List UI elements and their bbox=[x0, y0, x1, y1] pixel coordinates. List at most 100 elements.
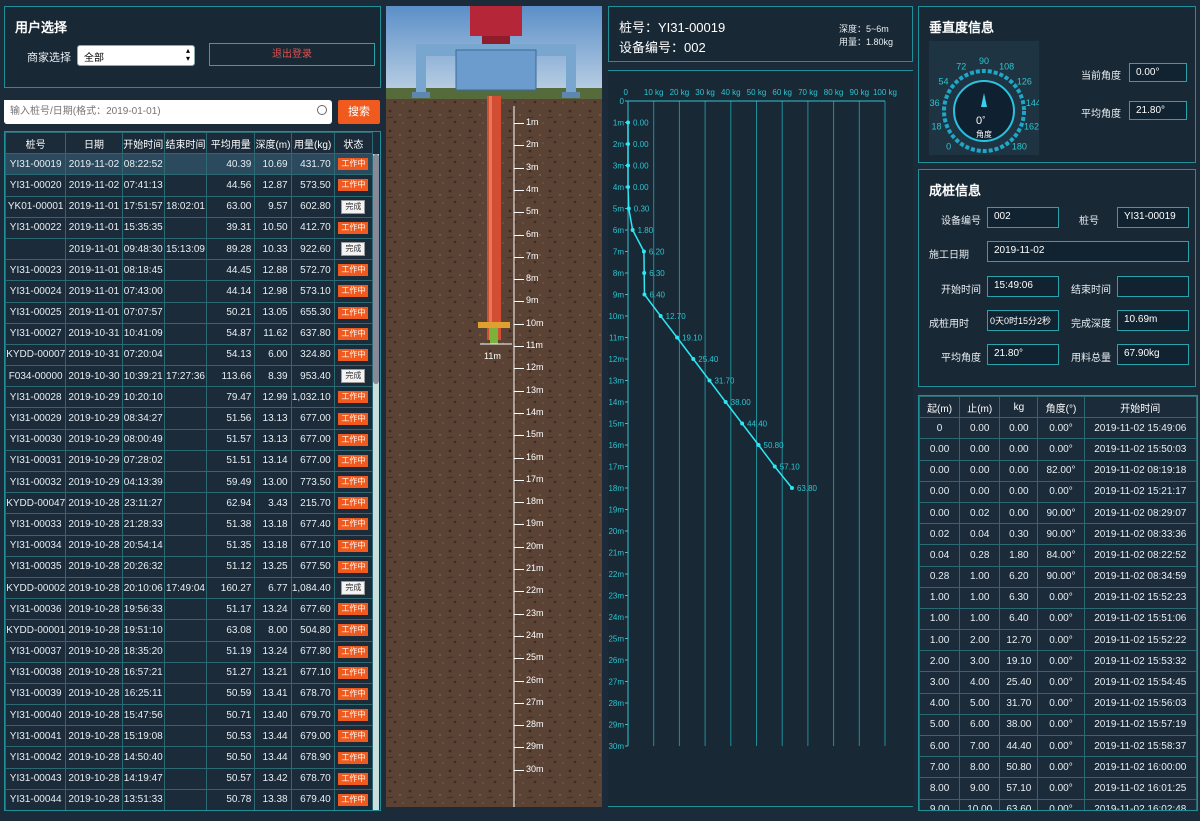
table-row[interactable]: YI31-00022 2019-11-01 15:35:35 39.31 10.50 41… bbox=[5, 216, 374, 239]
table-row[interactable]: 0.28 1.00 6.20 90.00° 2019-11-02 08:34:59 bbox=[919, 565, 1197, 588]
table-row[interactable]: 7.00 8.00 50.80 0.00° 2019-11-02 16:00:00 bbox=[919, 756, 1197, 779]
table-row[interactable]: 0.04 0.28 1.80 84.00° 2019-11-02 08:22:52 bbox=[919, 544, 1197, 567]
table-row[interactable]: YI31-00034 2019-10-28 20:54:14 51.35 13.18 67… bbox=[5, 534, 374, 557]
table-row[interactable]: 1.00 2.00 12.70 0.00° 2019-11-02 15:52:22 bbox=[919, 629, 1197, 652]
table-row[interactable]: YI31-00027 2019-10-31 10:41:09 54.87 11.62 63… bbox=[5, 322, 374, 345]
table-row[interactable]: 9.00 10.00 63.60 0.00° 2019-11-02 16:02:48 bbox=[919, 798, 1197, 810]
table-row[interactable]: YI31-00023 2019-11-01 08:18:45 44.45 12.88 57… bbox=[5, 259, 374, 282]
table-row[interactable]: YI31-00029 2019-10-29 08:34:27 51.56 13.13 67… bbox=[5, 407, 374, 430]
table-cell: 2019-10-28 bbox=[65, 704, 123, 727]
table-cell: 113.66 bbox=[206, 365, 256, 388]
data-label: 57.10 bbox=[780, 463, 801, 472]
ruler-tick bbox=[514, 613, 524, 615]
table-row[interactable]: KYDD-00047 2019-10-28 23:11:27 62.94 3.43 215… bbox=[5, 492, 374, 515]
table-row[interactable]: 1.00 1.00 6.30 0.00° 2019-11-02 15:52:23 bbox=[919, 586, 1197, 609]
table-cell: 677.10 bbox=[290, 534, 335, 557]
pile-table-header: 结束时间 bbox=[163, 132, 208, 155]
table-row[interactable]: YI31-00025 2019-11-01 07:07:57 50.21 13.05 65… bbox=[5, 301, 374, 324]
table-cell bbox=[163, 343, 208, 367]
table-cell: 0.00° bbox=[1037, 671, 1085, 694]
series-line bbox=[627, 122, 793, 489]
table-row[interactable]: 0.00 0.00 0.00 0.00° 2019-11-02 15:50:03 bbox=[919, 438, 1197, 461]
table-cell bbox=[163, 428, 208, 451]
table-cell: YI31-00035 bbox=[5, 555, 67, 578]
data-point bbox=[626, 185, 630, 189]
table-row[interactable]: YI31-00039 2019-10-28 16:25:11 50.59 13.41 67… bbox=[5, 682, 374, 706]
logout-button[interactable]: 退出登录 bbox=[209, 43, 375, 66]
x-tick-label: 0 bbox=[624, 88, 629, 97]
table-row[interactable]: 0.00 0.00 0.00 0.00° 2019-11-02 15:21:17 bbox=[919, 480, 1197, 503]
pile-number-label: 桩号：YI31-00019 bbox=[619, 20, 726, 35]
ruler-tick bbox=[514, 256, 524, 258]
table-row[interactable]: YI31-00035 2019-10-28 20:26:32 51.12 13.25 67… bbox=[5, 555, 374, 578]
table-row[interactable]: 4.00 5.00 31.70 0.00° 2019-11-02 15:56:03 bbox=[919, 692, 1197, 715]
table-row[interactable]: YI31-00040 2019-10-28 15:47:56 50.71 13.40 67… bbox=[5, 704, 374, 727]
table-row[interactable]: 0.00 0.00 0.00 82.00° 2019-11-02 08:19:18 bbox=[919, 459, 1197, 482]
table-row[interactable]: 3.00 4.00 25.40 0.00° 2019-11-02 15:54:45 bbox=[919, 671, 1197, 694]
table-row[interactable]: YI31-00020 2019-11-02 07:41:13 44.56 12.87 57… bbox=[5, 174, 374, 197]
table-row[interactable]: YI31-00031 2019-10-29 07:28:02 51.51 13.14 67… bbox=[5, 449, 374, 473]
x-tick-label: 20 kg bbox=[670, 88, 690, 97]
data-point bbox=[626, 142, 630, 146]
table-row[interactable]: YI31-00038 2019-10-28 16:57:21 51.27 13.21 67… bbox=[5, 661, 374, 684]
table-cell: 2019-10-31 bbox=[65, 322, 123, 345]
table-cell bbox=[163, 407, 208, 430]
table-cell: 324.80 bbox=[290, 343, 335, 367]
ruler-tick bbox=[514, 546, 524, 548]
merchant-select[interactable]: 全部 ▴ ▾ bbox=[77, 45, 195, 66]
table-row[interactable]: 8.00 9.00 57.10 0.00° 2019-11-02 16:01:25 bbox=[919, 777, 1197, 800]
table-row[interactable]: 2019-11-01 09:48:30 15:13:09 89.28 10.33 922.… bbox=[5, 237, 374, 261]
status-badge: 工作中 bbox=[338, 730, 369, 743]
table-cell: 2019-10-31 bbox=[65, 343, 123, 367]
table-cell: 2019-11-02 15:52:23 bbox=[1083, 586, 1197, 609]
table-row[interactable]: YI31-00042 2019-10-28 14:50:40 50.50 13.44 67… bbox=[5, 746, 374, 769]
table-row[interactable]: KYDD-00007 2019-10-31 07:20:04 54.13 6.00 324… bbox=[5, 343, 374, 367]
table-row[interactable]: YI31-00037 2019-10-28 18:35:20 51.19 13.24 67… bbox=[5, 640, 374, 663]
table-row[interactable]: KYDD-00001 2019-10-28 19:51:10 63.08 8.00 504… bbox=[5, 619, 374, 642]
table-cell bbox=[163, 386, 208, 409]
table-row[interactable]: YI31-00036 2019-10-28 19:56:33 51.17 13.24 67… bbox=[5, 598, 374, 621]
table-cell: 2019-11-02 16:02:48 bbox=[1083, 798, 1197, 810]
gauge-tick-label: 18 bbox=[931, 121, 941, 131]
table-cell: 2.00 bbox=[919, 650, 961, 673]
table-row[interactable]: 2.00 3.00 19.10 0.00° 2019-11-02 15:53:32 bbox=[919, 650, 1197, 673]
table-row[interactable]: F034-00000 2019-10-30 10:39:21 17:27:36 113.… bbox=[5, 365, 374, 388]
ruler-label: 24m bbox=[526, 629, 544, 640]
search-icon[interactable] bbox=[317, 105, 327, 115]
segment-table-header: 止(m) bbox=[959, 396, 1001, 419]
status-badge: 工作中 bbox=[338, 772, 369, 785]
search-input[interactable] bbox=[4, 100, 332, 124]
table-cell: 0.00 bbox=[999, 480, 1039, 503]
table-row[interactable]: YK01-00001 2019-11-01 17:51:57 18:02:01 63.0… bbox=[5, 195, 374, 218]
table-row[interactable]: YI31-00032 2019-10-29 04:13:39 59.49 13.00 77… bbox=[5, 470, 374, 494]
table-cell: YI31-00036 bbox=[5, 598, 67, 621]
table-row[interactable]: 6.00 7.00 44.40 0.00° 2019-11-02 15:58:37 bbox=[919, 734, 1197, 758]
table-row[interactable]: YI31-00028 2019-10-29 10:20:10 79.47 12.99 1,… bbox=[5, 386, 374, 409]
search-field[interactable] bbox=[4, 100, 304, 122]
table-row[interactable]: YI31-00030 2019-10-29 08:00:49 51.57 13.13 67… bbox=[5, 428, 374, 451]
table-row[interactable]: 5.00 6.00 38.00 0.00° 2019-11-02 15:57:19 bbox=[919, 713, 1197, 737]
ruler-tick bbox=[514, 747, 524, 749]
table-cell: KYDD-00001 bbox=[5, 619, 67, 642]
table-row[interactable]: YI31-00019 2019-11-02 08:22:52 40.39 10.69 43… bbox=[5, 153, 374, 176]
table-row[interactable]: 0.02 0.04 0.30 90.00° 2019-11-02 08:33:36 bbox=[919, 523, 1197, 546]
table-cell: 8.39 bbox=[254, 365, 292, 388]
table-row[interactable]: YI31-00033 2019-10-28 21:28:33 51.38 13.18 67… bbox=[5, 513, 374, 536]
search-button[interactable]: 搜索 bbox=[338, 100, 380, 124]
table-cell: 07:41:13 bbox=[121, 174, 165, 197]
table-row[interactable]: YI31-00044 2019-10-28 13:51:33 50.78 13.38 67… bbox=[5, 788, 374, 810]
scrollbar-thumb[interactable] bbox=[373, 154, 379, 384]
table-row[interactable]: YI31-00041 2019-10-28 15:19:08 50.53 13.44 67… bbox=[5, 725, 374, 748]
table-row[interactable]: YI31-00043 2019-10-28 14:19:47 50.57 13.42 67… bbox=[5, 767, 374, 790]
table-cell: 2019-11-02 bbox=[65, 153, 123, 176]
table-row[interactable]: 0.00 0.02 0.00 90.00° 2019-11-02 08:29:07 bbox=[919, 501, 1197, 525]
table-row[interactable]: 1.00 1.00 6.40 0.00° 2019-11-02 15:51:06 bbox=[919, 607, 1197, 631]
table-row[interactable]: YI31-00024 2019-11-01 07:43:00 44.14 12.98 57… bbox=[5, 280, 374, 303]
table-cell: 431.70 bbox=[290, 153, 335, 176]
table-cell bbox=[163, 513, 208, 536]
table-cell: 678.90 bbox=[290, 746, 335, 769]
table-row[interactable]: 0 0.00 0.00 0.00° 2019-11-02 15:49:06 bbox=[919, 417, 1197, 440]
table-cell: 0.00 bbox=[999, 417, 1039, 440]
table-cell: 08:34:27 bbox=[121, 407, 165, 430]
table-row[interactable]: KYDD-00002 2019-10-28 20:10:06 17:49:04 160.… bbox=[5, 576, 374, 600]
